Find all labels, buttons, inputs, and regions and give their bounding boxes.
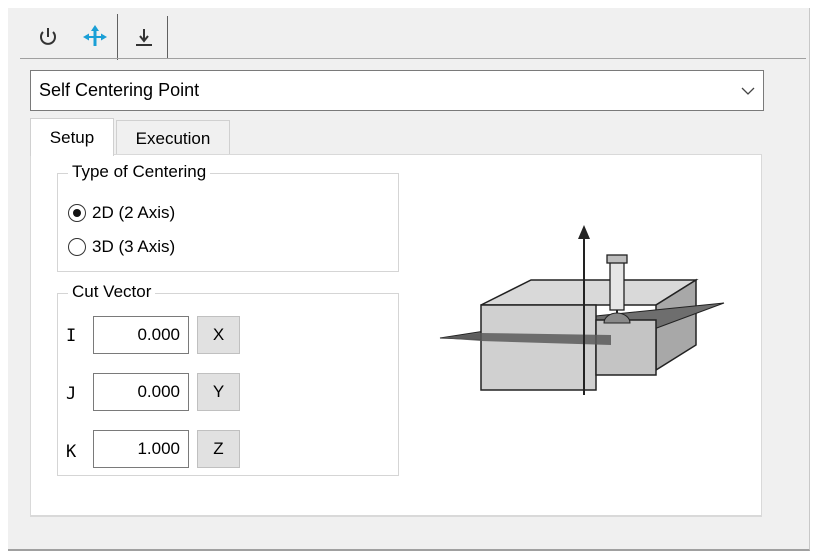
method-select[interactable]: Self Centering Point [30,70,764,111]
k-label: K [66,442,77,462]
radio-3d[interactable]: 3D (3 Axis) [68,237,175,257]
radio-2d-label: 2D (2 Axis) [92,203,176,222]
radio-2d[interactable]: 2D (2 Axis) [68,203,175,223]
self-centering-part-illustration [439,225,725,395]
i-label: I [66,326,77,346]
tab-execution-label: Execution [135,128,211,148]
j-value-field[interactable]: 0.000 [93,373,189,411]
k-value-field[interactable]: 1.000 [93,430,189,468]
radio-3d-button[interactable] [68,238,86,256]
tab-execution[interactable]: Execution [116,120,230,156]
tab-setup-label: Setup [49,127,95,147]
tab-panel-bottom-edge [30,516,762,517]
tab-move[interactable] [72,14,118,60]
cut-vector-legend: Cut Vector [68,282,156,302]
tab-setup[interactable]: Setup [30,118,114,156]
move-arrows-icon [83,25,107,46]
probe-down-icon [135,29,152,46]
power-icon [40,28,56,45]
tab-probe[interactable] [120,16,168,58]
x-button[interactable]: X [197,316,240,354]
y-button[interactable]: Y [197,373,240,411]
radio-2d-button[interactable] [68,204,86,222]
chevron-down-icon [733,87,763,95]
j-label: J [66,384,77,404]
tab-power[interactable] [24,16,72,58]
radio-3d-label: 3D (3 Axis) [92,237,176,256]
type-of-centering-legend: Type of Centering [68,162,211,182]
tab-strip-divider [20,58,806,59]
z-button[interactable]: Z [197,430,240,468]
method-select-value: Self Centering Point [39,80,200,100]
i-value-field[interactable]: 0.000 [93,316,189,354]
